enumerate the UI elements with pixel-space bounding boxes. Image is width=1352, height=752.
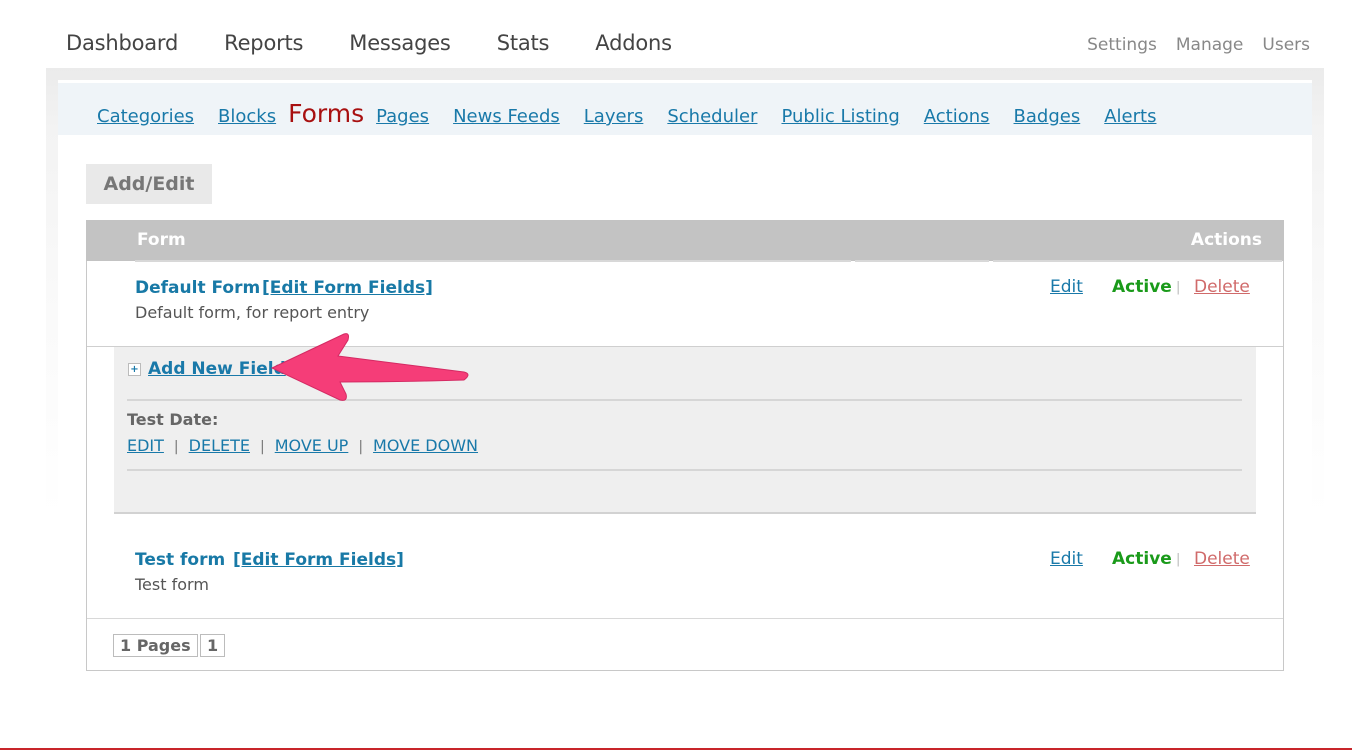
active-toggle[interactable]: Active [1112, 549, 1172, 569]
subnav-alerts[interactable]: Alerts [1104, 106, 1156, 127]
subnav-blocks[interactable]: Blocks [218, 106, 276, 127]
footer-rule [0, 748, 1352, 750]
form-description: Test form [135, 575, 209, 594]
form-description: Default form, for report entry [135, 303, 370, 322]
page-count: 1 Pages [113, 634, 198, 657]
active-toggle[interactable]: Active [1112, 277, 1172, 297]
edit-form-fields-link[interactable]: [Edit Form Fields] [262, 278, 433, 298]
nav-addons[interactable]: Addons [595, 31, 672, 55]
column-header-actions: Actions [1190, 230, 1262, 250]
pipe-separator: | [259, 439, 265, 455]
nav-manage[interactable]: Manage [1176, 35, 1244, 55]
field-divider [127, 469, 1242, 471]
secondary-nav: Settings Manage Users [1068, 35, 1310, 55]
field-move-down-link[interactable]: MOVE DOWN [373, 436, 478, 455]
subnav-scheduler[interactable]: Scheduler [667, 106, 757, 127]
pipe-separator: | [358, 439, 364, 455]
action-separator: | [1176, 280, 1181, 295]
nav-users[interactable]: Users [1262, 35, 1310, 55]
nav-settings[interactable]: Settings [1087, 35, 1157, 55]
annotation-arrow-icon [270, 333, 469, 401]
field-edit-link[interactable]: EDIT [127, 436, 164, 455]
field-delete-link[interactable]: DELETE [189, 436, 250, 455]
field-actions: EDIT | DELETE | MOVE UP | MOVE DOWN [127, 436, 478, 455]
add-edit-tab[interactable]: Add/Edit [86, 164, 212, 204]
subnav-pages[interactable]: Pages [376, 106, 429, 127]
field-name-label: Test Date: [127, 410, 219, 429]
add-new-field-link[interactable]: Add New Field [148, 359, 286, 379]
table-row: Default Form [Edit Form Fields] Default … [87, 261, 1283, 346]
top-navigation: Dashboard Reports Messages Stats Addons … [0, 0, 1352, 68]
form-title[interactable]: Default Form [135, 278, 260, 298]
delete-link[interactable]: Delete [1194, 549, 1250, 569]
nav-messages[interactable]: Messages [349, 31, 451, 55]
subnav-public-listing[interactable]: Public Listing [781, 106, 899, 127]
plus-icon[interactable]: + [128, 363, 141, 376]
nav-dashboard[interactable]: Dashboard [66, 31, 178, 55]
subnav-badges[interactable]: Badges [1014, 106, 1081, 127]
pagination-divider [87, 618, 1283, 619]
pipe-separator: | [173, 439, 179, 455]
delete-link[interactable]: Delete [1194, 277, 1250, 297]
form-title[interactable]: Test form [135, 550, 225, 570]
subnav-categories[interactable]: Categories [97, 106, 194, 127]
page-number-button[interactable]: 1 [200, 634, 226, 657]
field-move-up-link[interactable]: MOVE UP [275, 436, 349, 455]
nav-reports[interactable]: Reports [224, 31, 303, 55]
edit-link[interactable]: Edit [1050, 549, 1083, 569]
sub-nav: Categories Blocks Forms Pages News Feeds… [58, 83, 1312, 135]
table-header: Form Actions [86, 220, 1284, 262]
column-header-form: Form [137, 230, 186, 250]
subnav-forms-current: Forms [288, 99, 365, 128]
subnav-actions[interactable]: Actions [924, 106, 990, 127]
nav-stats[interactable]: Stats [497, 31, 550, 55]
main-nav: Dashboard Reports Messages Stats Addons [66, 31, 718, 55]
edit-link[interactable]: Edit [1050, 277, 1083, 297]
action-separator: | [1176, 552, 1181, 567]
subnav-news-feeds[interactable]: News Feeds [453, 106, 560, 127]
subnav-layers[interactable]: Layers [584, 106, 644, 127]
edit-form-fields-link[interactable]: [Edit Form Fields] [233, 550, 404, 570]
table-row: Test form [Edit Form Fields] Test form E… [87, 534, 1283, 618]
